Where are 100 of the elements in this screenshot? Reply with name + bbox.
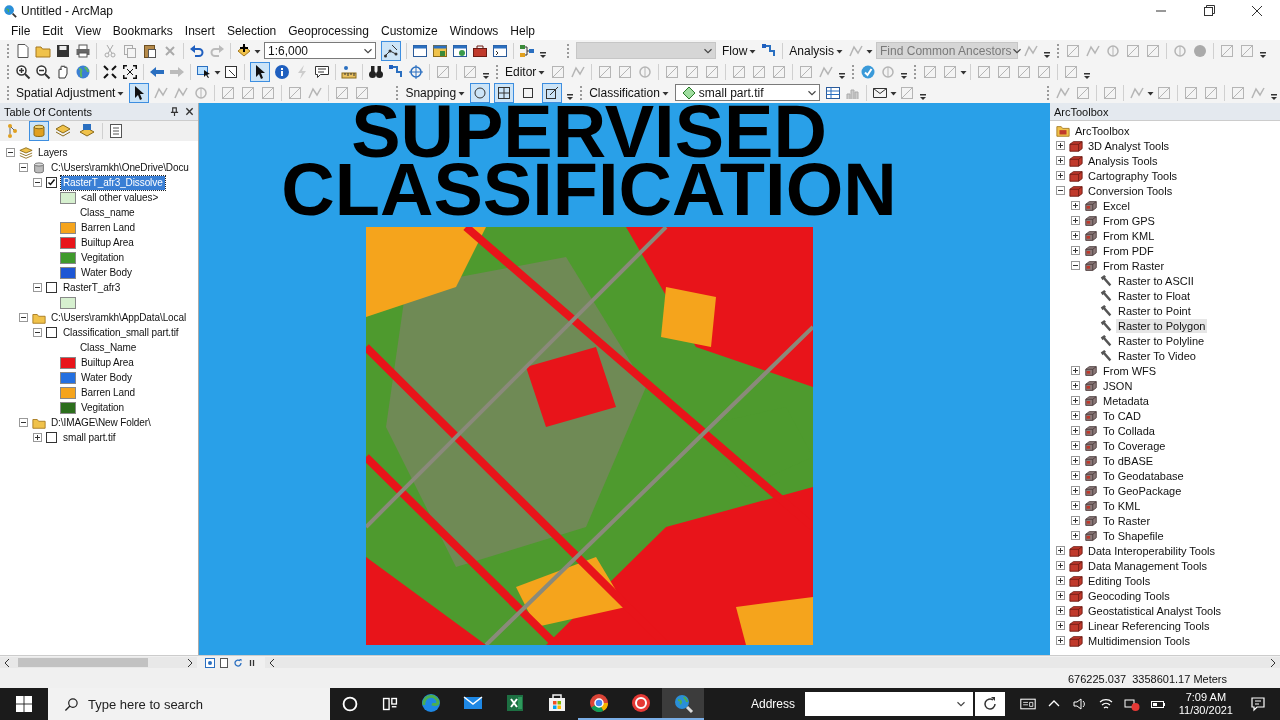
- collapse-toggle[interactable]: [6, 148, 15, 157]
- toolset-label[interactable]: To Shapefile: [1101, 528, 1166, 543]
- table-icon[interactable]: [824, 84, 841, 101]
- chevron-left-icon[interactable]: [268, 657, 276, 668]
- layer-name[interactable]: small part.tif: [61, 430, 118, 445]
- toolbox-label[interactable]: Geocoding Tools: [1086, 588, 1172, 603]
- source-label[interactable]: C:\Users\ramkh\AppData\Local: [49, 310, 189, 325]
- toolbox-label[interactable]: Cartography Tools: [1086, 168, 1180, 183]
- toolset-label[interactable]: From KML: [1101, 228, 1157, 243]
- menu-item[interactable]: Customize: [374, 24, 444, 38]
- tool-label[interactable]: Raster to Polygon: [1116, 318, 1208, 333]
- tool-label[interactable]: Raster to Float: [1116, 288, 1193, 303]
- collapse-toggle[interactable]: [33, 283, 42, 292]
- news-icon[interactable]: [1019, 696, 1036, 712]
- clipboard-icon[interactable]: [142, 42, 158, 59]
- expand-toggle[interactable]: [1071, 231, 1080, 240]
- toolset-label[interactable]: Metadata: [1101, 393, 1151, 408]
- toolbox-label[interactable]: Data Management Tools: [1086, 558, 1210, 573]
- layer-name[interactable]: RasterT_afr3_Dissolve: [61, 175, 165, 190]
- collapse-toggle[interactable]: [19, 163, 28, 172]
- collapse-toggle[interactable]: [1056, 186, 1065, 195]
- search-window-icon[interactable]: [452, 42, 468, 59]
- toolbar-menu[interactable]: Editor: [502, 62, 549, 81]
- menu-item[interactable]: Help: [504, 24, 542, 38]
- close-icon[interactable]: [185, 107, 194, 116]
- expand-toggle[interactable]: [1071, 201, 1080, 210]
- grid-snap-icon[interactable]: [494, 82, 515, 103]
- ruler-icon[interactable]: [341, 63, 357, 80]
- toolbox-label[interactable]: Conversion Tools: [1086, 183, 1175, 198]
- add-data-icon[interactable]: [236, 42, 252, 59]
- toolbox-icon[interactable]: [472, 42, 488, 59]
- toolbar-menu[interactable]: Snapping: [402, 83, 469, 102]
- toolset-label[interactable]: From PDF: [1101, 243, 1156, 258]
- toolset-label[interactable]: From WFS: [1101, 363, 1159, 378]
- expand-toggle[interactable]: [1056, 636, 1065, 645]
- refresh-icon[interactable]: [975, 692, 1006, 716]
- chevron-left-icon[interactable]: [3, 657, 11, 668]
- layout-view-icon[interactable]: [219, 657, 229, 668]
- scale-combo[interactable]: 1:6,000: [264, 42, 376, 59]
- database-icon[interactable]: [29, 121, 49, 141]
- toolset-label[interactable]: From GPS: [1101, 213, 1157, 228]
- legend-label[interactable]: Vegitation: [79, 400, 126, 415]
- expand-toggle[interactable]: [1071, 426, 1080, 435]
- field-name[interactable]: Class_Name: [78, 340, 139, 355]
- toolbox-label[interactable]: Editing Tools: [1086, 573, 1153, 588]
- menu-item[interactable]: Geoprocessing: [282, 24, 375, 38]
- info-icon[interactable]: [274, 63, 290, 80]
- checkbox[interactable]: [46, 327, 57, 338]
- toolset-label[interactable]: From Raster: [1101, 258, 1167, 273]
- menu-item[interactable]: Edit: [36, 24, 70, 38]
- zoom-out-icon[interactable]: [35, 63, 51, 80]
- menu-item[interactable]: View: [69, 24, 107, 38]
- toolbox-label[interactable]: Geostatistical Analyst Tools: [1086, 603, 1224, 618]
- speaker-icon[interactable]: [1071, 696, 1088, 712]
- expand-toggle[interactable]: [1056, 546, 1065, 555]
- expand-toggle[interactable]: [1071, 441, 1080, 450]
- expand-toggle[interactable]: [33, 433, 42, 442]
- select-features-icon[interactable]: [196, 63, 212, 80]
- pause-icon[interactable]: [247, 657, 257, 668]
- toolset-label[interactable]: JSON: [1101, 378, 1135, 393]
- point-snap-icon[interactable]: [470, 82, 491, 103]
- menu-item[interactable]: Bookmarks: [106, 24, 179, 38]
- expand-toggle[interactable]: [1071, 381, 1080, 390]
- toolbox-label[interactable]: 3D Analyst Tools: [1086, 138, 1172, 153]
- edge-snap-icon[interactable]: [542, 82, 563, 103]
- notification-icon[interactable]: [1250, 696, 1266, 712]
- checkbox[interactable]: [46, 177, 57, 188]
- source-label[interactable]: D:\IMAGE\New Folder\: [49, 415, 153, 430]
- arrows-in-icon[interactable]: [102, 63, 118, 80]
- toolset-label[interactable]: To KML: [1101, 498, 1143, 513]
- layer-combo[interactable]: small part.tif: [674, 84, 820, 101]
- pointer-icon[interactable]: [129, 82, 150, 103]
- checkbox[interactable]: [46, 282, 57, 293]
- toolbox-label[interactable]: Analysis Tools: [1086, 153, 1160, 168]
- expand-toggle[interactable]: [1056, 606, 1065, 615]
- crosshair-icon[interactable]: [408, 63, 424, 80]
- toolbox-label[interactable]: Multidimension Tools: [1086, 633, 1192, 648]
- toolset-label[interactable]: To Geodatabase: [1101, 468, 1186, 483]
- toolbar-menu[interactable]: Flow: [719, 41, 760, 60]
- menu-item[interactable]: Selection: [220, 24, 283, 38]
- scrollbar[interactable]: [0, 657, 197, 668]
- menu-item[interactable]: Windows: [443, 24, 505, 38]
- catalog-icon[interactable]: [432, 42, 448, 59]
- menu-item[interactable]: Insert: [178, 24, 221, 38]
- expand-toggle[interactable]: [1071, 246, 1080, 255]
- clock-date[interactable]: 11/30/2021: [1178, 704, 1233, 717]
- expand-toggle[interactable]: [1071, 501, 1080, 510]
- expand-toggle[interactable]: [1056, 156, 1065, 165]
- data-view-icon[interactable]: [205, 657, 215, 668]
- menu-item[interactable]: File: [5, 24, 37, 38]
- options-icon[interactable]: [108, 123, 124, 139]
- expand-toggle[interactable]: [1056, 141, 1065, 150]
- clock-time[interactable]: 7:09 AM: [1185, 691, 1227, 704]
- source-label[interactable]: C:\Users\ramkh\OneDrive\Docu: [49, 160, 191, 175]
- expand-toggle[interactable]: [1071, 456, 1080, 465]
- search-field[interactable]: Type here to search: [48, 688, 330, 720]
- tool-label[interactable]: Raster to Point: [1116, 303, 1193, 318]
- scroll-thumb[interactable]: [18, 658, 148, 667]
- expand-toggle[interactable]: [1056, 171, 1065, 180]
- route-icon[interactable]: [388, 63, 404, 80]
